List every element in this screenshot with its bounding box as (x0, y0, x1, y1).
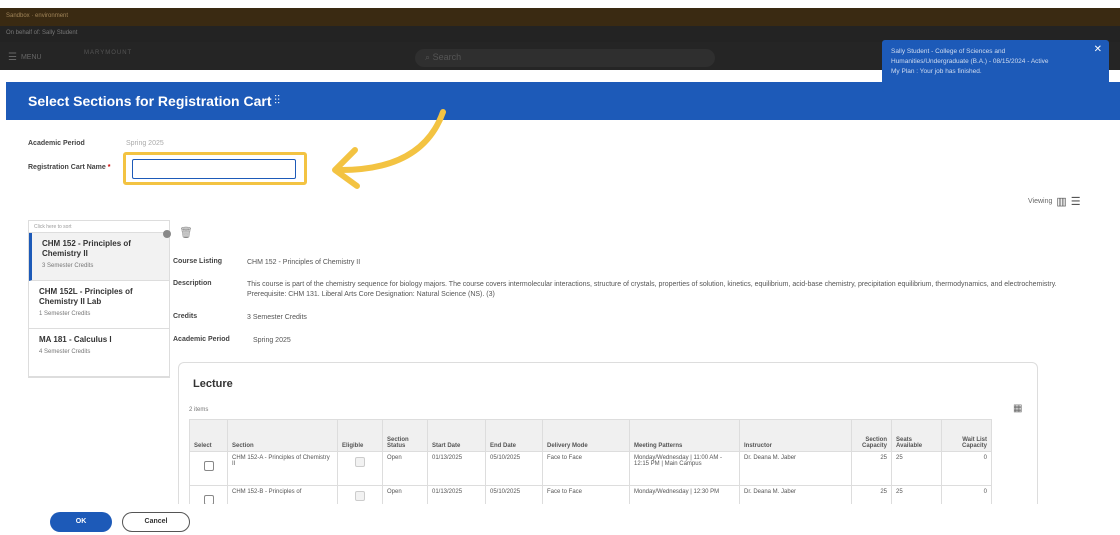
column-header[interactable]: Wait List Capacity (941, 419, 992, 452)
column-header[interactable]: Section Status (382, 419, 428, 452)
cart-name-highlight (123, 152, 307, 185)
eligible-checkbox (355, 457, 365, 467)
menu-button[interactable]: ☰ MENU (8, 52, 42, 63)
section-cell[interactable]: CHM 152-A - Principles of Chemistry II (227, 451, 338, 486)
top-frame (0, 0, 1120, 8)
waitlist-cell: 0 (941, 451, 992, 486)
status-cell: Open (382, 451, 428, 486)
course-item-chm152l[interactable]: CHM 152L - Principles of Chemistry II La… (29, 281, 169, 329)
start-date-cell: 01/13/2025 (427, 451, 486, 486)
course-credits: 1 Semester Credits (39, 311, 91, 317)
table-settings-icon[interactable]: ▦ (1013, 403, 1022, 414)
meeting-pattern-cell: Monday/Wednesday | 11:00 AM - 12:15 PM |… (629, 451, 740, 486)
credits-value: 3 Semester Credits (247, 314, 307, 321)
table-header-row: Select Section Eligible Section Status S… (189, 419, 992, 452)
column-header[interactable]: End Date (485, 419, 543, 452)
column-header[interactable]: Seats Available (891, 419, 942, 452)
column-header[interactable]: Delivery Mode (542, 419, 630, 452)
course-list-panel: Click here to sort CHM 152 - Principles … (28, 220, 170, 378)
period-value: Spring 2025 (253, 337, 291, 344)
items-count: 2 items (189, 407, 209, 413)
course-listing-label: Course Listing (173, 258, 223, 265)
job-notification[interactable]: Sally Student - College of Sciences and … (882, 40, 1109, 92)
academic-period-label: Academic Period (28, 140, 85, 147)
page-title: Select Sections for Registration Cart (28, 93, 272, 109)
sandbox-banner: Sandbox · environment (0, 8, 1120, 26)
menu-label: MENU (20, 54, 42, 61)
column-header[interactable]: Meeting Patterns (629, 419, 740, 452)
credits-label: Credits (173, 313, 198, 320)
trash-icon[interactable]: 🗑 (179, 226, 193, 239)
registration-cart-name-input[interactable] (132, 159, 296, 179)
instructor-cell[interactable]: Dr. Deana M. Jaber (739, 451, 852, 486)
university-logo[interactable]: MARYMOUNT (84, 50, 132, 56)
delivery-mode-cell: Face to Face (542, 451, 630, 486)
detail-view-icon[interactable]: ▥ (1056, 195, 1066, 208)
viewing-label: Viewing (1028, 198, 1053, 205)
registration-modal: Select Sections for Registration Cart ⫶⫶… (6, 70, 1120, 535)
period-label: Academic Period (173, 336, 230, 343)
description-label: Description (173, 280, 212, 287)
close-icon[interactable]: ✕ (1094, 45, 1102, 55)
select-cell (189, 451, 228, 486)
list-view-icon[interactable]: ☰ (1071, 195, 1081, 208)
eligible-cell (337, 451, 383, 486)
required-asterisk: * (107, 164, 111, 171)
eligible-checkbox (355, 491, 365, 501)
cart-name-label: Registration Cart Name * (28, 164, 111, 171)
pointer-arrow-icon (332, 109, 446, 189)
academic-period-value: Spring 2025 (126, 140, 164, 147)
end-date-cell: 05/10/2025 (485, 451, 543, 486)
panel-resize-handle[interactable] (163, 230, 171, 238)
modal-footer: OK Cancel (6, 504, 1120, 535)
column-header[interactable]: Section (227, 419, 338, 452)
column-header[interactable]: Eligible (337, 419, 383, 452)
seats-cell: 25 (891, 451, 942, 486)
column-header[interactable]: Section Capacity (851, 419, 892, 452)
course-listing-value: CHM 152 - Principles of Chemistry II (247, 259, 361, 266)
capacity-cell: 25 (851, 451, 892, 486)
view-toggle: Viewing ▥ ☰ (1028, 195, 1081, 208)
column-header[interactable]: Select (189, 419, 228, 452)
column-header[interactable]: Instructor (739, 419, 852, 452)
hamburger-icon: ☰ (8, 52, 17, 63)
column-header[interactable]: Start Date (427, 419, 486, 452)
notification-line: Sally Student - College of Sciences and (891, 48, 1006, 55)
course-name: CHM 152L - Principles of Chemistry II La… (39, 287, 133, 306)
search-input[interactable]: ⌕ Search (415, 49, 715, 67)
select-checkbox[interactable] (203, 461, 214, 471)
related-actions-icon[interactable]: ⫶⫶ (274, 93, 280, 108)
course-item-ma181[interactable]: MA 181 - Calculus I 4 Semester Credits (29, 329, 169, 377)
sort-header[interactable]: Click here to sort (29, 221, 169, 233)
search-icon: ⌕ (425, 52, 431, 62)
notification-line: Humanities/Undergraduate (B.A.) - 08/15/… (891, 58, 1049, 65)
course-credits: 4 Semester Credits (39, 349, 91, 355)
table-row: CHM 152-A - Principles of Chemistry II O… (189, 451, 992, 486)
course-credits: 3 Semester Credits (42, 263, 94, 269)
notification-line: My Plan : Your job has finished. (891, 68, 982, 75)
cancel-button[interactable]: Cancel (122, 512, 190, 532)
course-name: CHM 152 - Principles of Chemistry II (42, 239, 131, 258)
search-placeholder: Search (432, 52, 462, 62)
ok-button[interactable]: OK (50, 512, 112, 532)
course-item-chm152[interactable]: CHM 152 - Principles of Chemistry II 3 S… (29, 233, 169, 281)
course-name: MA 181 - Calculus I (39, 335, 112, 344)
lecture-title: Lecture (193, 378, 233, 390)
description-value: This course is part of the chemistry seq… (247, 281, 1057, 298)
